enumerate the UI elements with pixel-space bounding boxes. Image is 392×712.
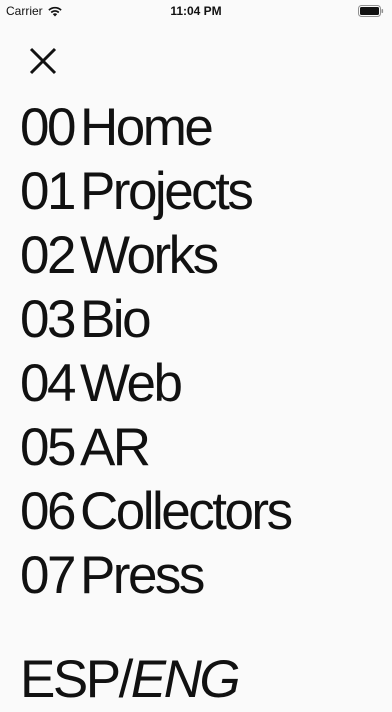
status-bar: Carrier 11:04 PM	[0, 0, 392, 22]
menu-item-bio[interactable]: 03 Bio	[20, 288, 291, 352]
navigation-menu: 00 Home 01 Projects 02 Works 03 Bio 04 Web 05…	[20, 96, 293, 608]
menu-item-number: 04	[20, 354, 76, 413]
language-separator: /	[118, 650, 134, 709]
status-time: 11:04 PM	[170, 4, 222, 18]
menu-item-label: Web	[79, 354, 183, 413]
menu-item-projects[interactable]: 01 Projects	[20, 160, 291, 224]
menu-item-label: Collectors	[79, 482, 293, 541]
menu-item-label: Press	[79, 546, 205, 605]
menu-item-number: 07	[20, 546, 76, 605]
menu-item-label: Bio	[79, 290, 152, 349]
menu-item-collectors[interactable]: 06 Collectors	[20, 480, 293, 544]
menu-item-number: 05	[20, 418, 76, 477]
menu-item-number: 00	[20, 98, 76, 157]
language-switcher: ESP/ENG	[20, 648, 241, 712]
language-option-eng[interactable]: ENG	[131, 650, 241, 709]
menu-item-number: 03	[20, 290, 76, 349]
menu-item-works[interactable]: 02 Works	[20, 224, 291, 288]
menu-item-web[interactable]: 04 Web	[20, 352, 291, 416]
menu-item-number: 06	[20, 482, 76, 541]
menu-item-label: Projects	[79, 162, 254, 221]
menu-item-ar[interactable]: 05 AR	[20, 416, 291, 480]
battery-icon	[358, 5, 384, 17]
close-button[interactable]	[22, 42, 62, 82]
menu-item-number: 02	[20, 226, 76, 285]
menu-item-press[interactable]: 07 Press	[20, 544, 291, 608]
menu-item-home[interactable]: 00 Home	[20, 96, 291, 160]
close-icon	[29, 47, 57, 75]
menu-item-number: 01	[20, 162, 76, 221]
menu-item-label: Home	[79, 98, 214, 157]
menu-item-label: Works	[79, 226, 219, 285]
language-option-esp[interactable]: ESP	[20, 650, 121, 709]
menu-item-label: AR	[79, 418, 151, 477]
